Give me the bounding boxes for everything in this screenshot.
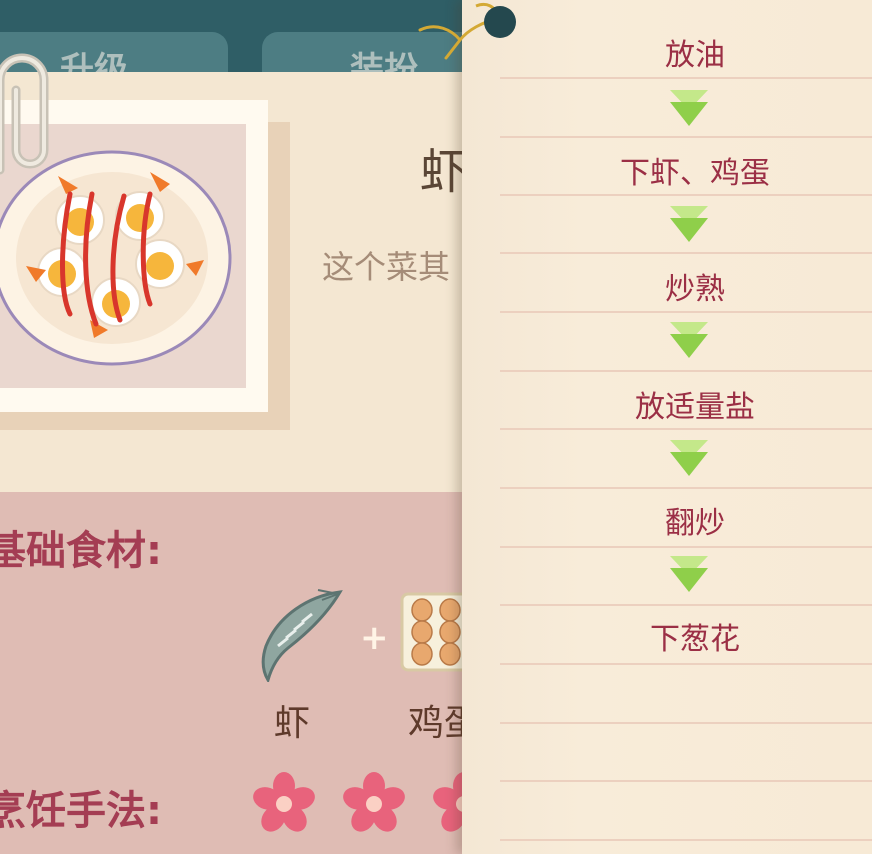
down-arrow-icon: [670, 322, 708, 358]
ruled-line: [500, 546, 872, 548]
ruled-line: [500, 487, 872, 489]
ruled-line: [500, 604, 872, 606]
dish-title: 虾: [420, 144, 469, 200]
ruled-line: [500, 311, 872, 313]
ingredients-label: 基础食材:: [0, 528, 162, 574]
steps-notebook: [462, 0, 872, 854]
down-arrow-icon: [670, 206, 708, 242]
ruled-line: [500, 428, 872, 430]
down-arrow-icon: [670, 440, 708, 476]
method-label: 烹饪手法:: [0, 788, 162, 834]
step-3: 炒熟: [665, 272, 725, 307]
plus-sign: +: [360, 618, 389, 658]
step-2: 下虾、鸡蛋: [620, 156, 770, 191]
shrimp-icon: [261, 589, 343, 682]
down-arrow-icon: [670, 90, 708, 126]
step-6: 下葱花: [650, 622, 740, 657]
ruled-line: [500, 136, 872, 138]
ingredient-name-shrimp: 虾: [274, 703, 311, 744]
ruled-line: [500, 722, 872, 724]
paper-clip-icon: [0, 53, 49, 175]
step-5: 翻炒: [665, 506, 725, 541]
step-4: 放适量盐: [635, 390, 755, 425]
ruled-line: [500, 780, 872, 782]
dish-description: 这个菜其: [322, 248, 451, 286]
step-1: 放油: [665, 38, 725, 73]
ruled-line: [500, 370, 872, 372]
flower-icon: [253, 772, 315, 832]
down-arrow-icon: [670, 556, 708, 592]
flower-icon: [343, 772, 405, 832]
ruled-line: [500, 839, 872, 841]
ruled-line: [500, 77, 872, 79]
ruled-line: [500, 663, 872, 665]
ruled-line: [500, 194, 872, 196]
ruled-line: [500, 252, 872, 254]
